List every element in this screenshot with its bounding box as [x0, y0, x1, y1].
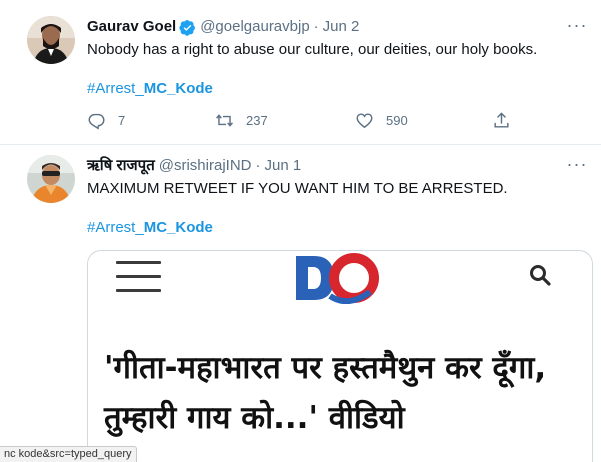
- retweet-count: 237: [246, 113, 268, 128]
- hashtag-bold: MC_Kode: [143, 219, 213, 236]
- author-handle[interactable]: @goelgauravbjp: [200, 17, 309, 37]
- more-options-icon[interactable]: ···: [565, 155, 589, 177]
- like-button[interactable]: 590: [355, 111, 408, 130]
- tweet-date[interactable]: Jun 1: [264, 156, 301, 176]
- hashtag-prefix: #Arrest_: [87, 80, 144, 97]
- heart-icon: [356, 113, 373, 129]
- site-logo: [292, 252, 382, 305]
- tweet-header: ऋषि राजपूत @srishirajIND · Jun 1: [87, 156, 301, 176]
- retweet-icon: [216, 114, 233, 127]
- share-icon: [494, 112, 509, 128]
- hashtag-link[interactable]: #Arrest_MC_Kode: [87, 218, 213, 238]
- more-options-icon[interactable]: ···: [565, 16, 589, 38]
- avatar[interactable]: [27, 16, 75, 64]
- tweet-actions: 7 237 590: [87, 111, 517, 133]
- share-button[interactable]: [492, 111, 511, 130]
- author-name[interactable]: Gaurav Goel: [87, 17, 176, 37]
- reply-button[interactable]: 7: [87, 111, 125, 130]
- hashtag-prefix: #Arrest_: [87, 219, 144, 236]
- search-icon: [528, 263, 552, 287]
- author-handle[interactable]: @srishirajIND: [159, 156, 252, 176]
- tweet-text: Nobody has a right to abuse our culture,…: [87, 41, 538, 58]
- hashtag-link[interactable]: #Arrest_MC_Kode: [87, 79, 213, 99]
- separator-dot: ·: [255, 157, 261, 174]
- reply-icon: [88, 113, 105, 130]
- separator-dot: ·: [313, 18, 319, 35]
- tweet-text: MAXIMUM RETWEET IF YOU WANT HIM TO BE AR…: [87, 180, 508, 197]
- verified-badge-icon: [179, 19, 196, 36]
- status-bar-url: nc kode&src=typed_query: [0, 446, 137, 462]
- reply-count: 7: [118, 113, 126, 128]
- tweet-header: Gaurav Goel @goelgauravbjp · Jun 2: [87, 17, 359, 37]
- card-site-header: [88, 251, 592, 313]
- author-name[interactable]: ऋषि राजपूत: [87, 156, 155, 176]
- tweet-1[interactable]: Gaurav Goel @goelgauravbjp · Jun 2 ··· N…: [0, 0, 601, 145]
- retweet-button[interactable]: 237: [215, 111, 268, 130]
- hashtag-bold: MC_Kode: [143, 80, 213, 97]
- like-count: 590: [386, 113, 408, 128]
- link-preview-card[interactable]: 'गीता-महाभारत पर हस्तमैथुन कर दूँगा, तुम…: [87, 250, 593, 462]
- menu-icon: [116, 261, 161, 297]
- card-headline: 'गीता-महाभारत पर हस्तमैथुन कर दूँगा, तुम…: [104, 350, 547, 436]
- tweet-date[interactable]: Jun 2: [323, 17, 360, 37]
- avatar[interactable]: [27, 155, 75, 203]
